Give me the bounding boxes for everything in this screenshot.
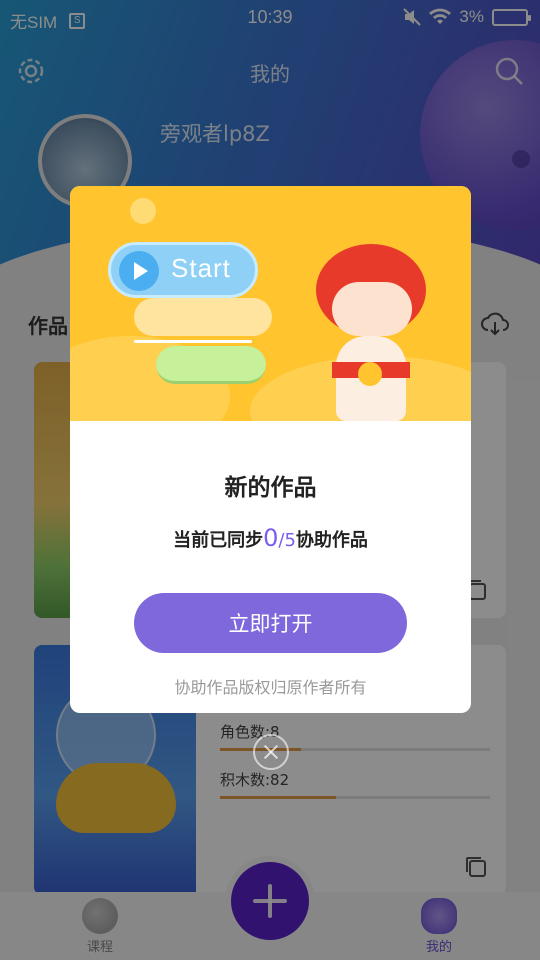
banner-blob <box>130 198 156 224</box>
start-pill-illustration: Start <box>108 242 258 298</box>
new-work-dialog: Start 新的作品 当前已同步0/5协助作品 立即打开 协助作品版权归原作者所… <box>70 186 471 713</box>
sync-count: 0 <box>263 524 279 552</box>
copyright-note: 协助作品版权归原作者所有 <box>174 678 367 697</box>
cream-block-illustration <box>134 298 272 336</box>
open-now-button[interactable]: 立即打开 <box>134 593 407 653</box>
sync-prefix: 当前已同步 <box>173 530 264 551</box>
play-icon <box>119 251 159 291</box>
green-block-illustration <box>156 346 266 384</box>
close-icon[interactable] <box>253 734 289 770</box>
dialog-title: 新的作品 <box>224 475 317 501</box>
banner-start-text: Start <box>171 253 231 283</box>
sync-status: 当前已同步0/5协助作品 <box>70 524 471 552</box>
sync-total: /5 <box>278 530 296 551</box>
mascot-badge <box>358 362 382 386</box>
wire-illustration <box>134 340 252 343</box>
mascot-face <box>332 282 412 336</box>
dialog-banner: Start <box>70 186 471 421</box>
sync-suffix: 协助作品 <box>295 530 368 551</box>
